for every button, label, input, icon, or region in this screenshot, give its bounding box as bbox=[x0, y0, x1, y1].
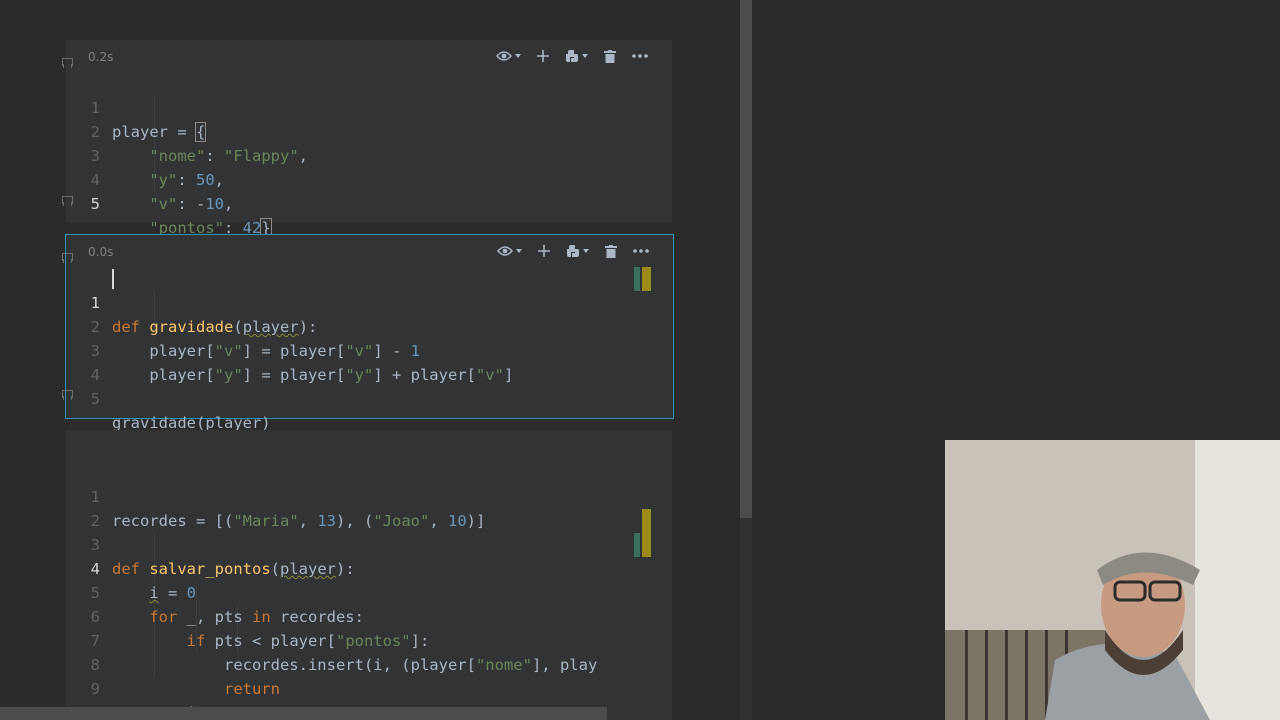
chevron-down-icon bbox=[516, 249, 522, 253]
delete-cell-button[interactable] bbox=[605, 244, 617, 258]
show-output-button[interactable] bbox=[497, 245, 522, 257]
text-cursor bbox=[112, 269, 114, 289]
trash-icon bbox=[605, 244, 617, 258]
cell-toolbar bbox=[497, 241, 649, 261]
cell-toolbar bbox=[496, 46, 648, 66]
code-line: 5 for _, pts in recordes: bbox=[66, 557, 672, 626]
cell-header: 0.2s bbox=[66, 40, 672, 72]
code-line: 7 recordes.insert(i, (player["nome"], pl… bbox=[66, 605, 672, 674]
more-options-button[interactable] bbox=[633, 249, 649, 253]
trash-icon bbox=[604, 49, 616, 63]
fold-start-icon[interactable] bbox=[62, 253, 73, 263]
add-cell-button[interactable] bbox=[537, 50, 549, 62]
code-line: 4 i = 0 bbox=[66, 533, 672, 602]
more-options-button[interactable] bbox=[632, 54, 648, 58]
code-line: 2 bbox=[66, 485, 672, 530]
notebook-cell-3[interactable]: 1 recordes = [("Maria", 13), ("Joao", 10… bbox=[66, 430, 672, 720]
delete-cell-button[interactable] bbox=[604, 49, 616, 63]
fold-end-icon[interactable] bbox=[62, 196, 73, 206]
code-line: 1 def gravidade(player): bbox=[66, 267, 673, 336]
fold-start-icon[interactable] bbox=[62, 58, 73, 68]
more-icon bbox=[632, 54, 648, 58]
cell-type-button[interactable] bbox=[566, 244, 589, 258]
code-line: 5 "pontos": 42} bbox=[66, 168, 672, 238]
show-output-button[interactable] bbox=[496, 50, 521, 62]
code-line: 3 player["y"] = player["y"] + player["v"… bbox=[66, 315, 673, 384]
horizontal-scrollbar[interactable] bbox=[0, 707, 607, 720]
python-icon bbox=[566, 50, 579, 62]
chevron-down-icon bbox=[515, 54, 521, 58]
code-line: 3 "y": 50, bbox=[66, 120, 672, 189]
chevron-down-icon bbox=[582, 54, 588, 58]
chevron-down-icon bbox=[583, 249, 589, 253]
plus-icon bbox=[538, 245, 550, 257]
cell-header: 0.0s bbox=[66, 235, 673, 267]
fold-end-icon[interactable] bbox=[62, 390, 73, 400]
more-icon bbox=[633, 249, 649, 253]
execution-time: 0.0s bbox=[88, 245, 114, 259]
notebook-cell-2[interactable]: 0.0s 1 def gravidade(player): 2 player["… bbox=[65, 234, 674, 432]
code-line: 4 "v": -10, bbox=[66, 144, 672, 213]
code-text: "v": -10, bbox=[149, 195, 234, 213]
code-line: 1 recordes = [("Maria", 13), ("Joao", 10… bbox=[66, 461, 672, 530]
code-line: 2 player["v"] = player["v"] - 1 bbox=[66, 291, 673, 360]
plus-icon bbox=[537, 50, 549, 62]
execution-time: 0.2s bbox=[88, 50, 114, 64]
code-line: 10 bbox=[66, 677, 672, 720]
eye-icon bbox=[496, 51, 512, 61]
code-line: 8 return bbox=[66, 629, 672, 698]
code-line: 3 def salvar_pontos(player): bbox=[66, 509, 672, 578]
notebook-cell-1[interactable]: 0.2s 1 player = {2 "nome": "Flappy", 3 … bbox=[66, 40, 672, 238]
code-line: 9 i += 1 bbox=[66, 653, 672, 720]
eye-icon bbox=[497, 246, 513, 256]
code-line: 4 bbox=[66, 339, 673, 384]
add-cell-button[interactable] bbox=[538, 245, 550, 257]
python-icon bbox=[567, 245, 580, 257]
code-line: 6 if pts < player["pontos"]: bbox=[66, 581, 672, 650]
code-line: 2 "nome": "Flappy", bbox=[66, 96, 672, 165]
code-line: 5 gravidade(player) bbox=[66, 363, 673, 432]
webcam-overlay bbox=[945, 440, 1280, 720]
presenter-video-icon bbox=[945, 440, 1280, 720]
cell-type-button[interactable] bbox=[565, 49, 588, 63]
code-line: 1 player = { bbox=[66, 72, 672, 142]
vertical-scrollbar-thumb[interactable] bbox=[740, 0, 752, 518]
